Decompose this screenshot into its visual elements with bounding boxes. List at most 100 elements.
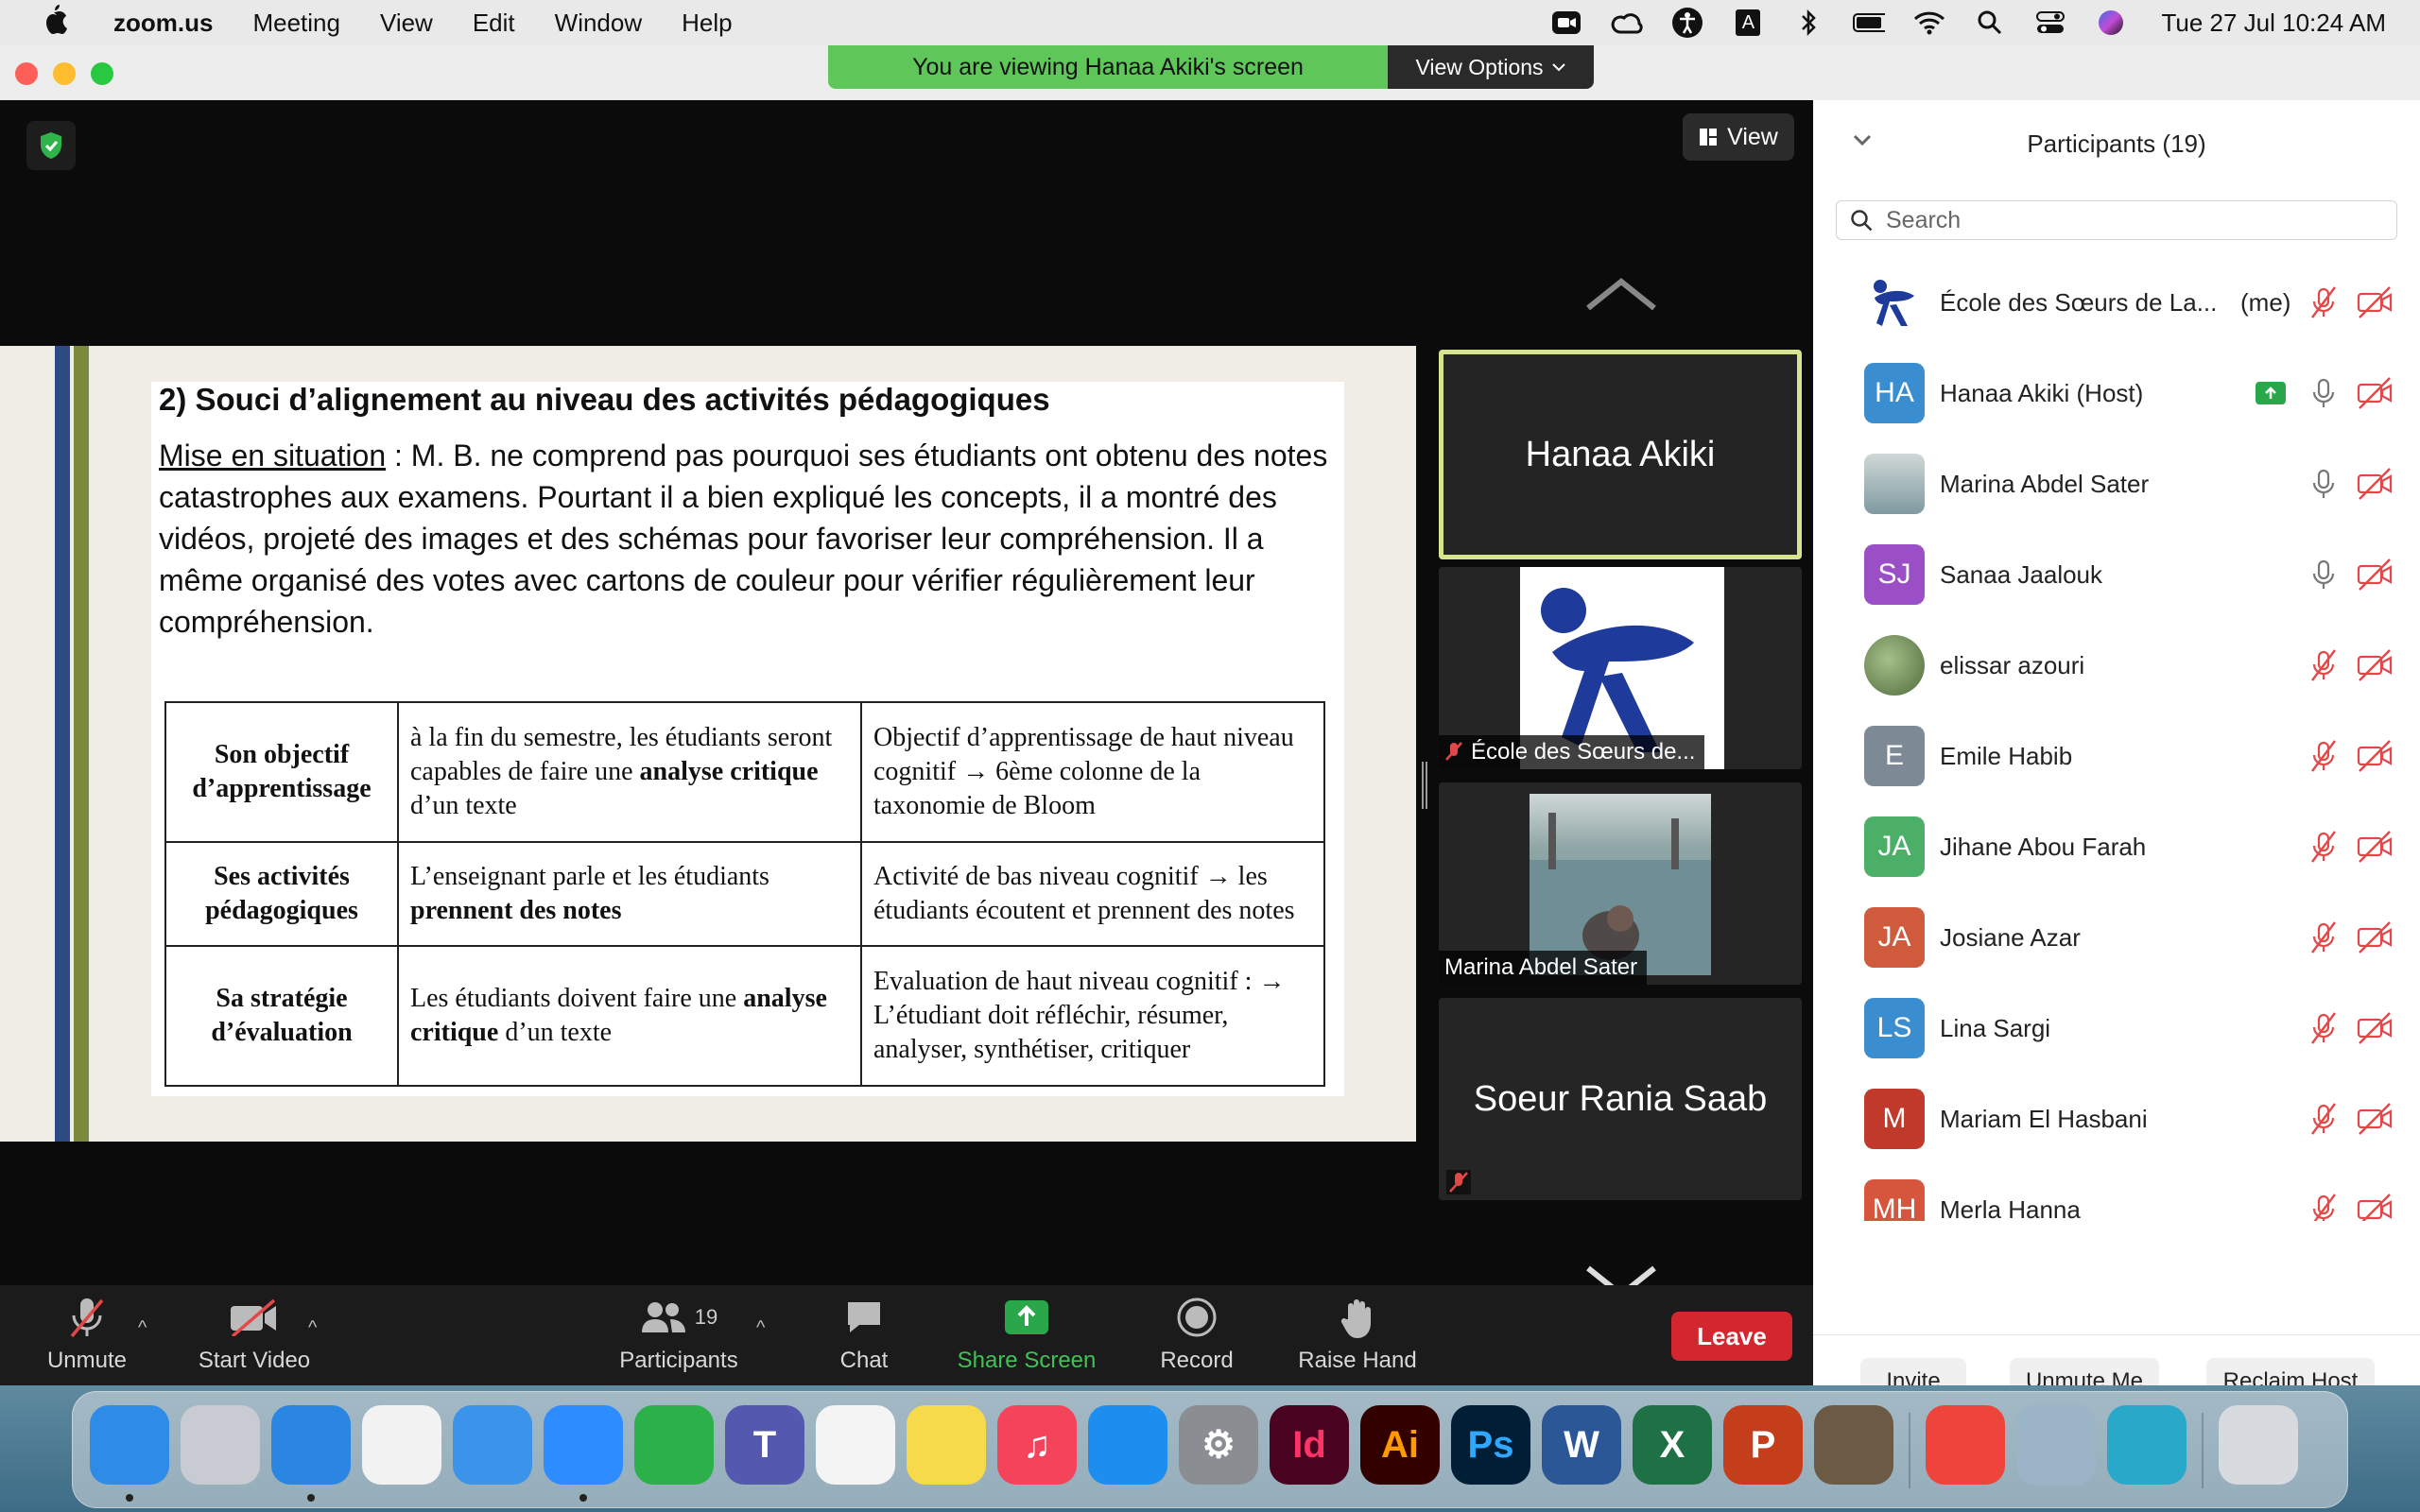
clock[interactable]: Tue 27 Jul 10:24 AM xyxy=(2161,9,2386,38)
anydesk-icon[interactable] xyxy=(1926,1405,2005,1485)
shared-screen[interactable]: 2) Souci d’alignement au niveau des acti… xyxy=(0,346,1416,1142)
view-button[interactable]: View xyxy=(1683,113,1794,161)
preview-icon[interactable] xyxy=(2016,1405,2096,1485)
chat-button[interactable]: Chat xyxy=(822,1285,906,1385)
facetime-icon[interactable] xyxy=(634,1405,714,1485)
launchpad-icon[interactable] xyxy=(181,1405,260,1485)
creative-cloud-icon[interactable] xyxy=(1611,9,1644,37)
participants-caret-icon[interactable]: ^ xyxy=(756,1317,765,1339)
cell-text: d’un texte xyxy=(410,791,517,820)
mail-icon[interactable] xyxy=(453,1405,532,1485)
minimize-window-button[interactable] xyxy=(53,62,76,85)
chrome-icon[interactable] xyxy=(362,1405,441,1485)
app-store-icon[interactable] xyxy=(1088,1405,1167,1485)
gallery-scroll-up-icon[interactable] xyxy=(1569,276,1673,314)
zoom-icon[interactable] xyxy=(544,1405,623,1485)
mic-muted-icon xyxy=(2308,1011,2339,1045)
main-video-area: View 2) Souci d’alignement au niveau des… xyxy=(0,100,1813,1298)
system-preferences-icon[interactable]: ⚙ xyxy=(1179,1405,1258,1485)
participant-row[interactable]: JA Jihane Abou Farah xyxy=(1813,801,2420,892)
photoshop-icon[interactable]: Ps xyxy=(1451,1405,1530,1485)
share-screen-icon xyxy=(1005,1300,1048,1334)
participant-row[interactable]: JA Josiane Azar xyxy=(1813,892,2420,983)
video-tile-marina[interactable]: Marina Abdel Sater xyxy=(1439,782,1802,985)
table-cell-head: Sa stratégie d’évaluation xyxy=(164,945,399,1087)
fullscreen-window-button[interactable] xyxy=(91,62,113,85)
unmute-button[interactable]: Unmute xyxy=(28,1285,146,1385)
participant-search-input[interactable]: Search xyxy=(1836,200,2397,240)
accessibility-icon[interactable] xyxy=(1671,8,1703,38)
participant-row[interactable]: HA Hanaa Akiki (Host) xyxy=(1813,348,2420,438)
menu-edit[interactable]: Edit xyxy=(473,9,515,38)
participant-row[interactable]: E Emile Habib xyxy=(1813,711,2420,801)
participant-row[interactable]: M Mariam El Hasbani xyxy=(1813,1074,2420,1164)
gallery-resize-handle[interactable] xyxy=(1422,762,1427,809)
apple-menu-icon[interactable] xyxy=(40,3,78,43)
tile-caption: Marina Abdel Sater xyxy=(1439,951,1648,985)
participant-name: Josiane Azar xyxy=(1940,922,2081,952)
finder-icon[interactable] xyxy=(90,1405,169,1485)
menu-view[interactable]: View xyxy=(380,9,433,38)
illustrator-icon[interactable]: Ai xyxy=(1360,1405,1440,1485)
video-tile-hanaa[interactable]: Hanaa Akiki xyxy=(1439,350,1802,559)
unmute-label: Unmute xyxy=(46,1348,128,1373)
audio-options-caret-icon[interactable]: ^ xyxy=(138,1317,147,1339)
photos-icon[interactable] xyxy=(816,1405,895,1485)
input-source-icon[interactable]: A xyxy=(1732,9,1764,37)
trash-icon[interactable] xyxy=(2219,1405,2298,1485)
participant-row[interactable]: elissar azouri xyxy=(1813,620,2420,711)
teams-icon[interactable]: T xyxy=(725,1405,804,1485)
video-options-caret-icon[interactable]: ^ xyxy=(308,1317,317,1339)
collapse-panel-icon[interactable] xyxy=(1851,129,1874,151)
raise-hand-button[interactable]: Raise Hand xyxy=(1289,1285,1426,1385)
indesign-icon[interactable]: Id xyxy=(1270,1405,1349,1485)
start-video-button[interactable]: Start Video xyxy=(185,1285,323,1385)
participant-row[interactable]: École des Sœurs de La... (me) xyxy=(1813,257,2420,348)
safari-icon[interactable] xyxy=(271,1405,351,1485)
video-tile-ecole[interactable]: École des Sœurs de... xyxy=(1439,567,1802,769)
powerpoint-icon[interactable]: P xyxy=(1723,1405,1803,1485)
participant-name: École des Sœurs de La... xyxy=(1940,287,2218,317)
battery-icon[interactable] xyxy=(1853,9,1886,37)
leave-button[interactable]: Leave xyxy=(1671,1312,1792,1361)
app-menu[interactable]: zoom.us xyxy=(113,9,213,38)
participants-button[interactable]: 19 Participants xyxy=(605,1285,752,1385)
record-button[interactable]: Record xyxy=(1148,1285,1246,1385)
start-video-label: Start Video xyxy=(198,1348,311,1373)
control-center-icon[interactable] xyxy=(2034,9,2066,37)
slide-stripe-olive xyxy=(74,346,89,1142)
music-icon[interactable]: ♫ xyxy=(997,1405,1077,1485)
bluetooth-icon[interactable] xyxy=(1792,9,1824,37)
wifi-icon[interactable] xyxy=(1913,9,1945,37)
slide-title: 2) Souci d’alignement au niveau des acti… xyxy=(159,382,1050,417)
thinker-icon[interactable] xyxy=(1814,1405,1893,1485)
view-options-button[interactable]: View Options xyxy=(1388,45,1594,89)
close-window-button[interactable] xyxy=(15,62,38,85)
menu-window[interactable]: Window xyxy=(555,9,642,38)
search-icon[interactable] xyxy=(1974,9,2006,37)
share-screen-button[interactable]: Share Screen xyxy=(951,1285,1102,1385)
zoom-status-icon[interactable] xyxy=(1550,9,1582,37)
participant-row[interactable]: SJ Sanaa Jaalouk xyxy=(1813,529,2420,620)
word-icon[interactable]: W xyxy=(1542,1405,1621,1485)
menu-help[interactable]: Help xyxy=(682,9,732,38)
participant-name: Marina Abdel Sater xyxy=(1940,469,2150,498)
siri-icon[interactable] xyxy=(2095,9,2127,37)
avatar: LS xyxy=(1864,998,1925,1058)
dock-icon-label: P xyxy=(1750,1423,1776,1466)
video-tile-rania[interactable]: Soeur Rania Saab xyxy=(1439,998,1802,1200)
participant-name: Sanaa Jaalouk xyxy=(1940,559,2103,589)
participant-row[interactable]: Marina Abdel Sater xyxy=(1813,438,2420,529)
menu-meeting[interactable]: Meeting xyxy=(252,9,340,38)
participant-row[interactable]: MH Merla Hanna xyxy=(1813,1164,2420,1221)
cell-bold-text: analyse critique xyxy=(639,757,819,786)
participant-row[interactable]: LS Lina Sargi xyxy=(1813,983,2420,1074)
status-area: A Tue 27 Jul 10:24 AM xyxy=(1550,0,2386,45)
security-shield-icon[interactable] xyxy=(26,121,76,170)
dock-separator xyxy=(1909,1413,1910,1488)
accessibility-app-icon[interactable] xyxy=(2107,1405,2187,1485)
excel-icon[interactable]: X xyxy=(1633,1405,1712,1485)
participant-name: Merla Hanna xyxy=(1940,1194,2081,1222)
video-off-icon xyxy=(2356,1011,2394,1045)
notes-icon[interactable] xyxy=(907,1405,986,1485)
